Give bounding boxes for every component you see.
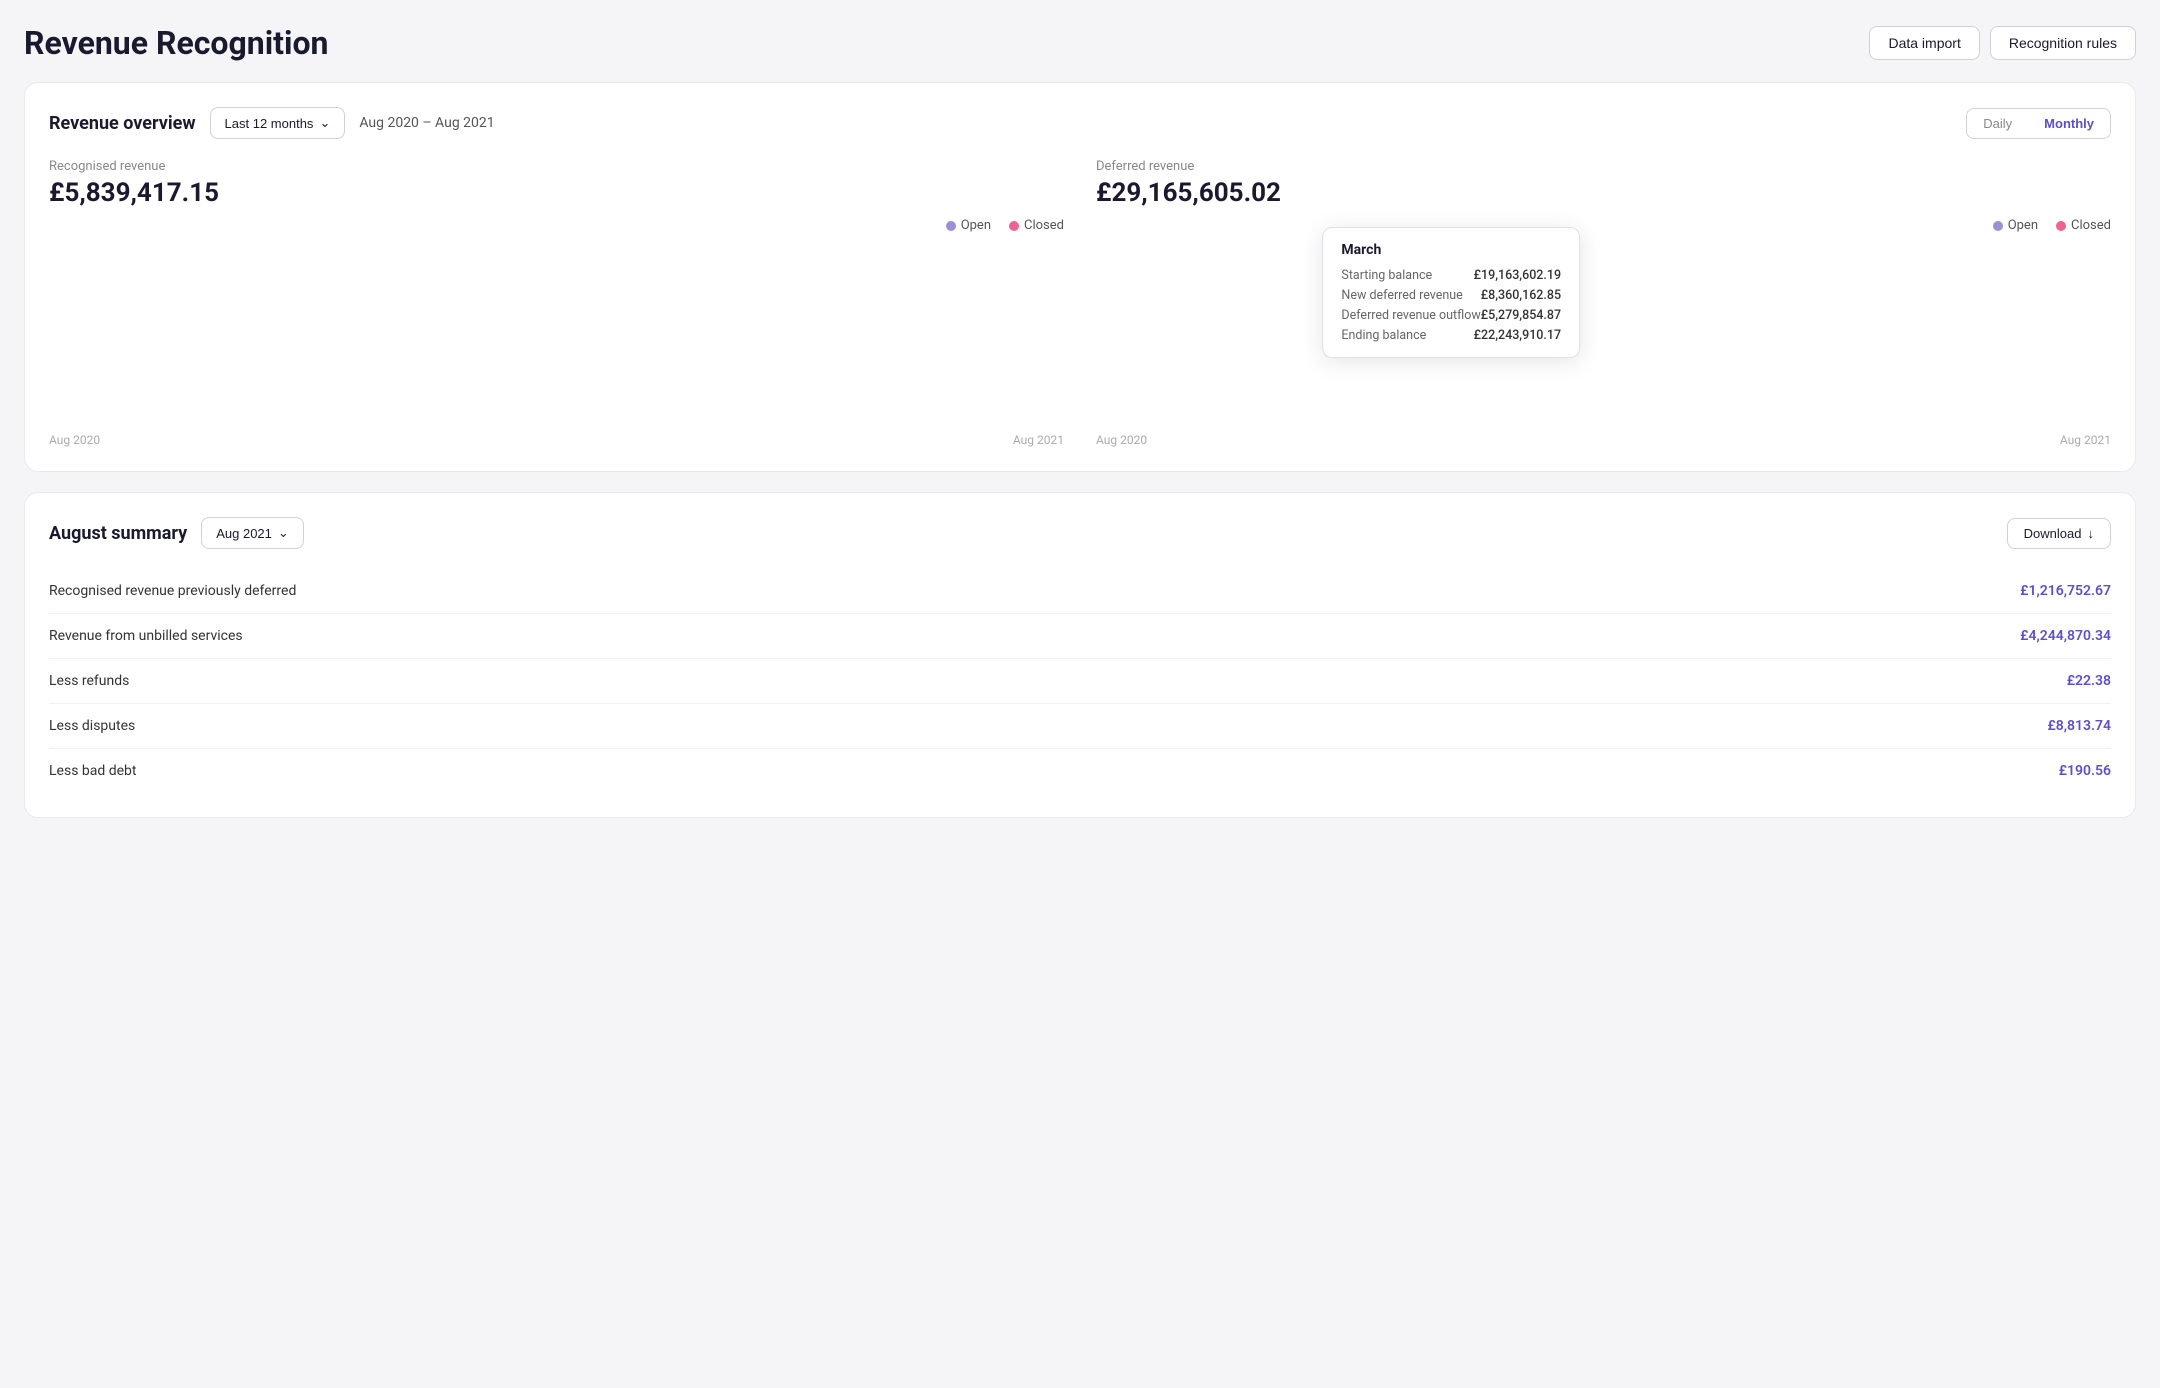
summary-row-amount: £190.56 (2059, 763, 2111, 779)
tooltip-label: Deferred revenue outflow (1341, 308, 1480, 323)
summary-row-4: Less bad debt £190.56 (49, 749, 2111, 793)
tooltip-row-1: New deferred revenue £8,360,162.85 (1341, 288, 1561, 303)
chevron-down-icon: ⌄ (278, 525, 289, 541)
august-summary-title: August summary (49, 523, 187, 544)
summary-row-label: Less refunds (49, 673, 129, 689)
summary-row-label: Less bad debt (49, 763, 137, 779)
august-period-dropdown[interactable]: Aug 2021 ⌄ (201, 517, 304, 549)
data-import-button[interactable]: Data import (1869, 26, 1979, 60)
summary-row-2: Less refunds £22.38 (49, 659, 2111, 704)
date-range: Aug 2020 – Aug 2021 (359, 115, 494, 131)
daily-toggle[interactable]: Daily (1967, 109, 2028, 138)
summary-row-amount: £8,813.74 (2047, 718, 2111, 734)
header-buttons: Data import Recognition rules (1869, 26, 2136, 60)
recognised-chart (49, 247, 1064, 427)
summary-row-amount: £1,216,752.67 (2020, 583, 2111, 599)
revenue-overview-header: Revenue overview Last 12 months ⌄ Aug 20… (49, 107, 2111, 139)
recognised-value: £5,839,417.15 (49, 178, 1064, 208)
deferred-revenue-section: Deferred revenue £29,165,605.02 Open Clo… (1096, 159, 2111, 447)
recognised-legend: Open Closed (49, 218, 1064, 233)
legend-open-recognised: Open (946, 218, 991, 233)
open-dot (1993, 221, 2003, 231)
period-dropdown[interactable]: Last 12 months ⌄ (210, 107, 346, 139)
tooltip-title: March (1341, 242, 1561, 258)
tooltip-label: Starting balance (1341, 268, 1432, 283)
tooltip-value: £8,360,162.85 (1481, 288, 1561, 303)
deferred-value: £29,165,605.02 (1096, 178, 2111, 208)
page-header: Revenue Recognition Data import Recognit… (24, 24, 2136, 62)
summary-row-amount: £4,244,870.34 (2020, 628, 2111, 644)
closed-dot (1009, 221, 1019, 231)
deferred-x-labels: Aug 2020 Aug 2021 (1096, 433, 2111, 447)
legend-closed-deferred: Closed (2056, 218, 2111, 233)
summary-row-1: Revenue from unbilled services £4,244,87… (49, 614, 2111, 659)
deferred-label: Deferred revenue (1096, 159, 2111, 174)
summary-row-3: Less disputes £8,813.74 (49, 704, 2111, 749)
recognition-rules-button[interactable]: Recognition rules (1990, 26, 2136, 60)
download-button[interactable]: Download ↓ (2007, 518, 2111, 549)
tooltip-label: Ending balance (1341, 328, 1426, 343)
deferred-legend: Open Closed (1096, 218, 2111, 233)
revenue-overview-left: Revenue overview Last 12 months ⌄ Aug 20… (49, 107, 495, 139)
tooltip-value: £22,243,910.17 (1474, 328, 1561, 343)
summary-row-amount: £22.38 (2067, 673, 2111, 689)
summary-left: August summary Aug 2021 ⌄ (49, 517, 304, 549)
download-icon: ↓ (2088, 526, 2095, 541)
tooltip-row-0: Starting balance £19,163,602.19 (1341, 268, 1561, 283)
recognised-label: Recognised revenue (49, 159, 1064, 174)
chevron-down-icon: ⌄ (319, 115, 330, 131)
legend-open-deferred: Open (1993, 218, 2038, 233)
deferred-tooltip: March Starting balance £19,163,602.19 Ne… (1322, 227, 1580, 358)
summary-row-0: Recognised revenue previously deferred £… (49, 569, 2111, 614)
legend-closed-recognised: Closed (1009, 218, 1064, 233)
closed-dot (2056, 221, 2066, 231)
tooltip-row-3: Ending balance £22,243,910.17 (1341, 328, 1561, 343)
summary-row-label: Recognised revenue previously deferred (49, 583, 296, 599)
tooltip-row-2: Deferred revenue outflow £5,279,854.87 (1341, 308, 1561, 323)
recognised-revenue-section: Recognised revenue £5,839,417.15 Open Cl… (49, 159, 1064, 447)
august-summary-card: August summary Aug 2021 ⌄ Download ↓ Rec… (24, 492, 2136, 818)
summary-row-label: Less disputes (49, 718, 135, 734)
summary-header: August summary Aug 2021 ⌄ Download ↓ (49, 517, 2111, 549)
revenue-overview-title: Revenue overview (49, 113, 196, 134)
tooltip-value: £19,163,602.19 (1474, 268, 1561, 283)
tooltip-value: £5,279,854.87 (1481, 308, 1561, 323)
tooltip-label: New deferred revenue (1341, 288, 1462, 303)
open-dot (946, 221, 956, 231)
daily-monthly-toggle: Daily Monthly (1966, 108, 2111, 139)
deferred-chart: March Starting balance £19,163,602.19 Ne… (1096, 247, 2111, 427)
summary-row-label: Revenue from unbilled services (49, 628, 243, 644)
summary-rows: Recognised revenue previously deferred £… (49, 569, 2111, 793)
monthly-toggle[interactable]: Monthly (2028, 109, 2110, 138)
recognised-x-labels: Aug 2020 Aug 2021 (49, 433, 1064, 447)
revenue-overview-card: Revenue overview Last 12 months ⌄ Aug 20… (24, 82, 2136, 472)
page-title: Revenue Recognition (24, 24, 328, 62)
charts-row: Recognised revenue £5,839,417.15 Open Cl… (49, 159, 2111, 447)
